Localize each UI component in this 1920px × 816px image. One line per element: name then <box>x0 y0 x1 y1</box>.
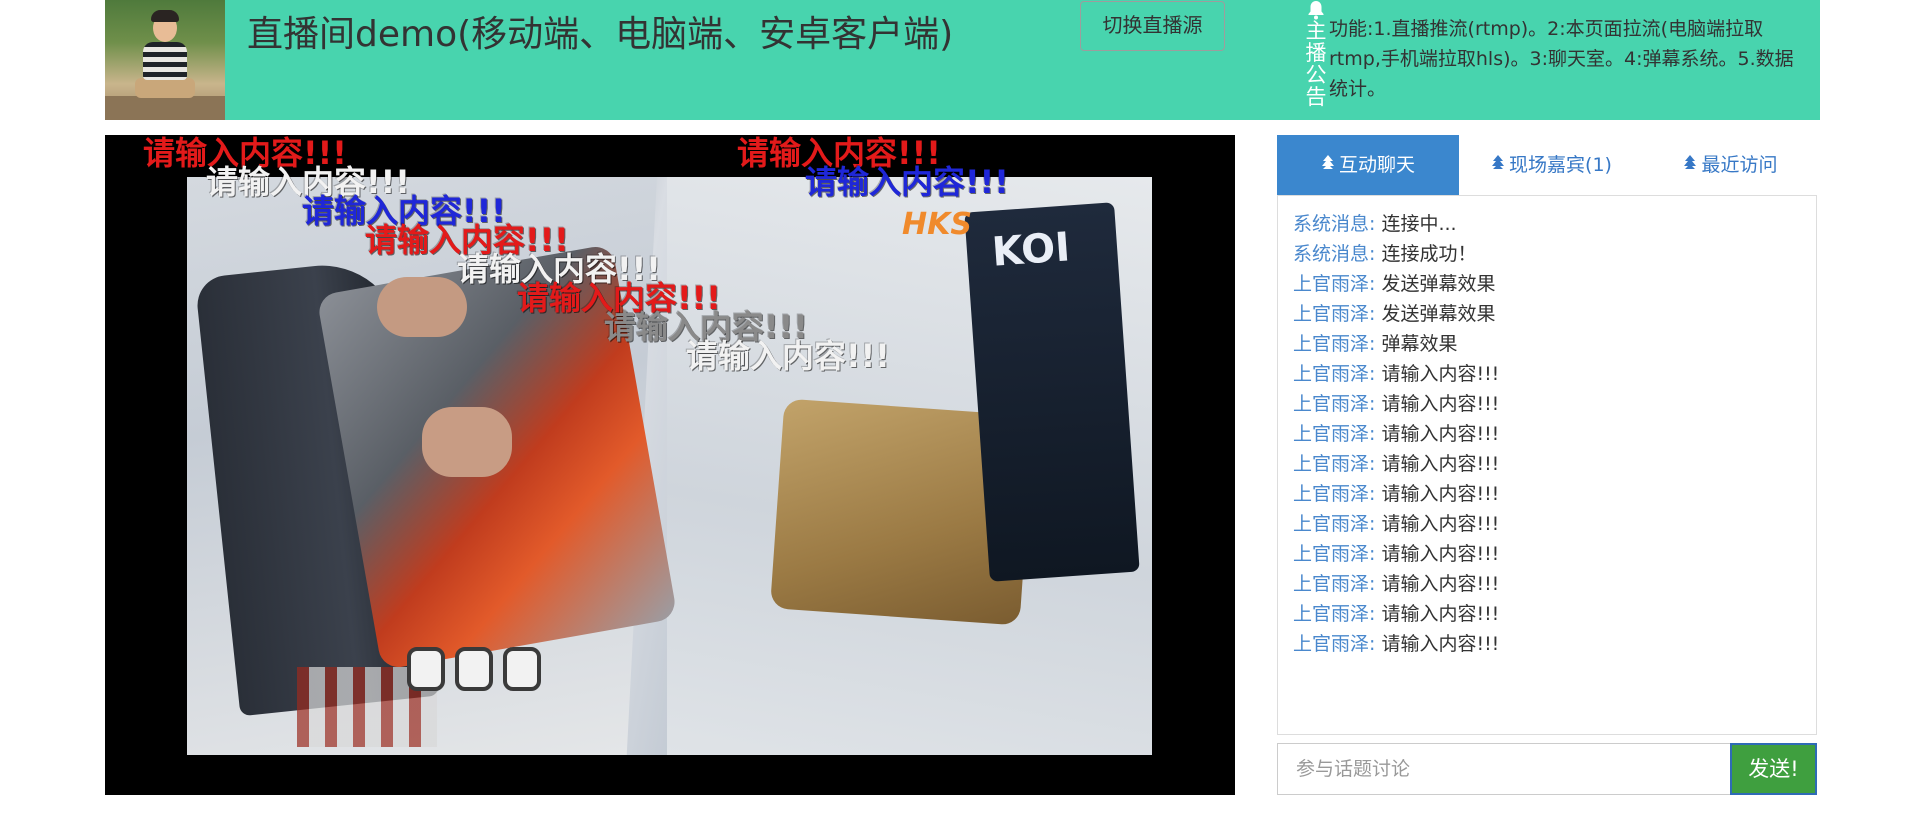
chat-message: 上官雨泽: 弹幕效果 <box>1293 329 1816 359</box>
bell-icon <box>1303 0 1329 20</box>
chat-message: 系统消息: 连接中... <box>1293 209 1816 239</box>
chat-message-user[interactable]: 上官雨泽: <box>1293 633 1375 655</box>
tab-label: 现场嘉宾(1) <box>1509 154 1612 176</box>
chat-message: 上官雨泽: 请输入内容!!! <box>1293 569 1816 599</box>
chat-message-user[interactable]: 上官雨泽: <box>1293 603 1375 625</box>
chat-message: 上官雨泽: 发送弹幕效果 <box>1293 299 1816 329</box>
chat-message-user[interactable]: 上官雨泽: <box>1293 333 1375 355</box>
tab-label: 最近访问 <box>1701 154 1778 176</box>
chat-message: 上官雨泽: 请输入内容!!! <box>1293 539 1816 569</box>
header-bar: 直播间demo(移动端、电脑端、安卓客户端) 切换直播源 主播公告 功能:1.直… <box>105 0 1820 120</box>
chat-message-user[interactable]: 上官雨泽: <box>1293 303 1375 325</box>
chat-message: 上官雨泽: 请输入内容!!! <box>1293 449 1816 479</box>
chat-message-user[interactable]: 上官雨泽: <box>1293 513 1375 535</box>
chat-message-user[interactable]: 系统消息: <box>1293 243 1375 265</box>
anchor-avatar <box>105 0 225 120</box>
chat-message-user[interactable]: 上官雨泽: <box>1293 543 1375 565</box>
chat-message-text: 请输入内容!!! <box>1381 603 1500 625</box>
notice-label: 主播公告 <box>1303 0 1329 120</box>
tab-interactive-chat[interactable]: 互动聊天 <box>1277 135 1459 195</box>
frame-logo: HKS <box>902 207 972 242</box>
live-room-page: 直播间demo(移动端、电脑端、安卓客户端) 切换直播源 主播公告 功能:1.直… <box>0 0 1920 816</box>
chat-message: 上官雨泽: 请输入内容!!! <box>1293 479 1816 509</box>
tree-icon <box>1683 135 1697 195</box>
send-button[interactable]: 发送! <box>1730 743 1817 795</box>
chat-message: 上官雨泽: 请输入内容!!! <box>1293 419 1816 449</box>
chat-message-list[interactable]: 系统消息: 连接中... 系统消息: 连接成功！ 上官雨泽: 发送弹幕效果 上官雨泽:… <box>1277 195 1817 735</box>
frame-ad-text: KOI <box>990 224 1072 276</box>
tree-icon <box>1491 135 1505 195</box>
chat-message-text: 请输入内容!!! <box>1381 513 1500 535</box>
chat-message-user[interactable]: 上官雨泽: <box>1293 363 1375 385</box>
video-player[interactable]: KOI HKS 请输入内容!!! 请输入内容!!! 请输入内容!!! 请输入内容!!!… <box>105 135 1235 795</box>
chat-message-text: 请输入内容!!! <box>1381 423 1500 445</box>
chat-message-user[interactable]: 上官雨泽: <box>1293 393 1375 415</box>
danmu-item: 请输入内容!!! <box>686 337 890 375</box>
video-frame: KOI HKS <box>187 177 1152 755</box>
chat-message-text: 发送弹幕效果 <box>1381 303 1496 325</box>
chat-message: 上官雨泽: 发送弹幕效果 <box>1293 269 1816 299</box>
chat-message-text: 发送弹幕效果 <box>1381 273 1496 295</box>
chat-message-user[interactable]: 上官雨泽: <box>1293 573 1375 595</box>
tab-label: 互动聊天 <box>1338 154 1415 176</box>
notice-text: 功能:1.直播推流(rtmp)。2:本页面拉流(电脑端拉取rtmp,手机端拉取h… <box>1329 18 1794 100</box>
chat-message-user[interactable]: 上官雨泽: <box>1293 273 1375 295</box>
chat-input-row: 发送! <box>1277 743 1817 795</box>
chat-message: 上官雨泽: 请输入内容!!! <box>1293 509 1816 539</box>
chat-message-text: 请输入内容!!! <box>1381 393 1500 415</box>
switch-source-button[interactable]: 切换直播源 <box>1080 1 1225 51</box>
chat-message-text: 请输入内容!!! <box>1381 633 1500 655</box>
chat-message: 系统消息: 连接成功！ <box>1293 239 1816 269</box>
tab-guests[interactable]: 现场嘉宾(1) <box>1459 135 1644 195</box>
chat-message-text: 连接中... <box>1381 213 1457 235</box>
chat-message-text: 请输入内容!!! <box>1381 363 1500 385</box>
danmu-item: 请输入内容!!! <box>805 163 1009 201</box>
chat-message: 上官雨泽: 请输入内容!!! <box>1293 599 1816 629</box>
chat-message-text: 弹幕效果 <box>1381 333 1458 355</box>
tab-recent-visits[interactable]: 最近访问 <box>1644 135 1817 195</box>
chat-message-text: 请输入内容!!! <box>1381 573 1500 595</box>
chat-message: 上官雨泽: 请输入内容!!! <box>1293 629 1816 659</box>
chat-message-text: 请输入内容!!! <box>1381 543 1500 565</box>
chat-tabs: 互动聊天 现场嘉宾(1) 最近访问 <box>1277 135 1817 195</box>
tree-icon <box>1321 135 1335 195</box>
notice-label-text: 主播公告 <box>1305 19 1327 109</box>
chat-message-user[interactable]: 上官雨泽: <box>1293 423 1375 445</box>
chat-message-text: 请输入内容!!! <box>1381 483 1500 505</box>
chat-message-user[interactable]: 上官雨泽: <box>1293 483 1375 505</box>
chat-message: 上官雨泽: 请输入内容!!! <box>1293 359 1816 389</box>
chat-message-text: 连接成功！ <box>1381 243 1477 265</box>
chat-message-text: 请输入内容!!! <box>1381 453 1500 475</box>
chat-message-user[interactable]: 上官雨泽: <box>1293 453 1375 475</box>
chat-message: 上官雨泽: 请输入内容!!! <box>1293 389 1816 419</box>
chat-input[interactable] <box>1277 743 1732 795</box>
chat-message-user[interactable]: 系统消息: <box>1293 213 1375 235</box>
page-title: 直播间demo(移动端、电脑端、安卓客户端) <box>247 14 954 55</box>
